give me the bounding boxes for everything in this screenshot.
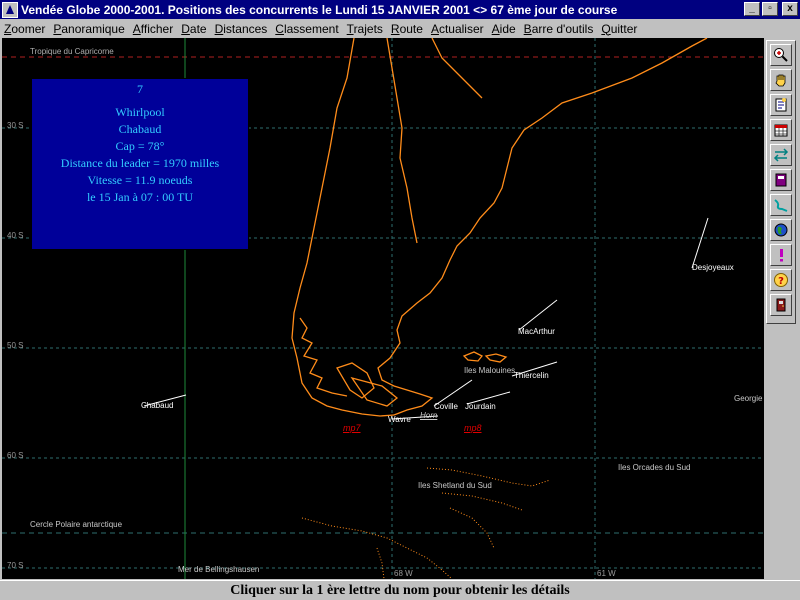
- racer-wavre[interactable]: Wavre: [388, 415, 411, 424]
- lat-label-60s: 60 S: [7, 451, 24, 460]
- menu-date[interactable]: Date: [177, 22, 210, 36]
- racer-chabaud[interactable]: Chabaud: [141, 401, 173, 410]
- lat-label-70s: 70 S: [7, 561, 24, 570]
- route-icon[interactable]: [770, 194, 792, 216]
- document-icon[interactable]: [770, 94, 792, 116]
- zoom-icon[interactable]: [770, 44, 792, 66]
- info-rank: 7: [137, 82, 143, 96]
- menu-aide[interactable]: Aide: [488, 22, 520, 36]
- globe-icon[interactable]: [770, 219, 792, 241]
- label-iles-malouines: Iles Malouines: [464, 366, 516, 375]
- menu-barre-outils[interactable]: Barre d'outils: [520, 22, 598, 36]
- calendar-icon[interactable]: [770, 119, 792, 141]
- exit-door-icon[interactable]: [770, 294, 792, 316]
- menu-trajets[interactable]: Trajets: [343, 22, 387, 36]
- lat-label-40s: 40 S: [7, 231, 24, 240]
- exclamation-icon[interactable]: [770, 244, 792, 266]
- label-cercle-polaire: Cercle Polaire antarctique: [30, 520, 123, 529]
- ruler-arrows-icon[interactable]: [770, 144, 792, 166]
- label-georgie-du-sud: Georgie du Sud: [734, 394, 764, 403]
- marker-mp8[interactable]: mp8: [464, 423, 482, 433]
- menu-afficher[interactable]: Afficher: [129, 22, 177, 36]
- marker-mp7[interactable]: mp7: [343, 423, 361, 433]
- window-title: Vendée Globe 2000-2001. Positions des co…: [21, 2, 618, 17]
- info-distance: Distance du leader = 1970 milles: [60, 156, 220, 170]
- lon-label-68w: 68 W: [394, 569, 413, 578]
- app-icon[interactable]: [2, 1, 18, 18]
- menu-panoramique[interactable]: Panoramique: [49, 22, 128, 36]
- help-icon[interactable]: ?: [770, 269, 792, 291]
- race-map[interactable]: 30 S 40 S 50 S 60 S 70 S 68 W 61 W Tropi…: [2, 38, 764, 579]
- close-button[interactable]: x: [782, 2, 798, 16]
- menu-quitter[interactable]: Quitter: [597, 22, 641, 36]
- hand-pan-icon[interactable]: [770, 69, 792, 91]
- racer-jourdain[interactable]: Jourdain: [465, 402, 496, 411]
- label-tropique: Tropique du Capricorne: [30, 47, 114, 56]
- racer-macarthur[interactable]: MacArthur: [518, 327, 555, 336]
- menu-actualiser[interactable]: Actualiser: [427, 22, 488, 36]
- info-cap: Cap = 78°: [115, 139, 165, 153]
- racer-thiercelin[interactable]: Thiercelin: [514, 371, 549, 380]
- label-mer-bellingshausen: Mer de Bellingshausen: [178, 565, 260, 574]
- racer-desjoyeaux[interactable]: Desjoyeaux: [692, 263, 734, 272]
- menu-classement[interactable]: Classement: [271, 22, 342, 36]
- notebook-icon[interactable]: [770, 169, 792, 191]
- maximize-button[interactable]: ▫: [762, 2, 778, 16]
- status-text: Cliquer sur la 1 ère lettre du nom pour …: [230, 582, 570, 598]
- info-skipper: Chabaud: [118, 122, 162, 136]
- menu-bar: Zoomer Panoramique Afficher Date Distanc…: [0, 19, 800, 38]
- racer-coville[interactable]: Coville: [434, 402, 458, 411]
- title-bar: Vendée Globe 2000-2001. Positions des co…: [0, 0, 800, 19]
- window-controls: _ ▫ x: [744, 2, 798, 16]
- status-bar: Cliquer sur la 1 ère lettre du nom pour …: [0, 580, 800, 600]
- menu-route[interactable]: Route: [387, 22, 427, 36]
- menu-zoomer[interactable]: Zoomer: [0, 22, 49, 36]
- minimize-button[interactable]: _: [744, 2, 760, 16]
- lon-label-61w: 61 W: [597, 569, 616, 578]
- racer-info-box: 7 Whirlpool Chabaud Cap = 78° Distance d…: [31, 78, 249, 250]
- info-vitesse: Vitesse = 11.9 noeuds: [87, 173, 193, 187]
- label-iles-orcades: Iles Orcades du Sud: [618, 463, 691, 472]
- falklands-islands: [462, 351, 508, 363]
- info-date: le 15 Jan à 07 : 00 TU: [86, 190, 194, 204]
- svg-text:?: ?: [778, 276, 784, 287]
- info-boat: Whirlpool: [115, 105, 165, 119]
- coastline-south-america: [291, 38, 708, 417]
- tool-palette: ?: [766, 40, 796, 324]
- label-cap-horn: Horn: [420, 411, 438, 420]
- lat-label-30s: 30 S: [7, 121, 24, 130]
- menu-distances[interactable]: Distances: [211, 22, 272, 36]
- lat-label-50s: 50 S: [7, 341, 24, 350]
- label-iles-shetland: Iles Shetland du Sud: [418, 481, 492, 490]
